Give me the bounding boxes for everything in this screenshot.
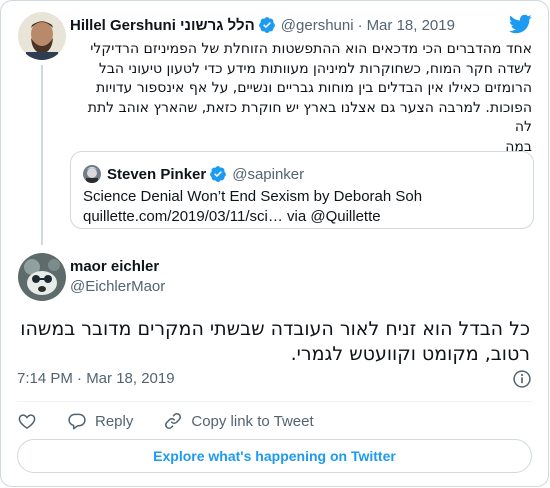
text-line: הפוכות. למרבה הצער גם אצלנו בארץ יש חוקר… (87, 99, 532, 136)
quoted-tweet-text: Science Denial Won’t End Sexism by Debor… (83, 187, 422, 227)
text-line: אחד מהדברים הכי מדכאים הוא ההתפשטות הזוח… (90, 41, 532, 57)
tweet-date[interactable]: Mar 18, 2019 (367, 17, 455, 34)
quoted-author-handle[interactable]: @sapinker (232, 166, 304, 183)
thread-connector-line (41, 65, 43, 245)
tweet-actions: Reply Copy link to Tweet (17, 409, 344, 433)
text-line: לשדה חקר המוח, כשחוקרות למיניהן מעוותות … (98, 60, 532, 77)
link-icon (165, 413, 182, 429)
author-name[interactable]: maor eichler (70, 258, 159, 275)
heart-icon (18, 414, 36, 429)
info-icon[interactable] (512, 369, 532, 389)
twitter-bird-icon[interactable] (508, 12, 532, 36)
quoted-tweet-header: Steven Pinker @sapinker (83, 164, 304, 184)
reply-button[interactable]: Reply (67, 411, 133, 431)
avatar (83, 165, 101, 183)
verified-badge-icon (210, 166, 227, 182)
text-line: כל הבדל הוא זניח לאור העובדה שבשתי המקרי… (20, 318, 530, 340)
quoted-author-name[interactable]: Steven Pinker (107, 166, 206, 183)
avatar[interactable] (18, 12, 66, 60)
quoted-tweet[interactable]: Steven Pinker @sapinker Science Denial W… (70, 151, 534, 229)
parent-tweet[interactable]: Hillel Gershuni הלל גרשוני @gershuni · M… (1, 1, 548, 245)
separator-dot: · (357, 16, 363, 34)
embedded-tweet-card: Hillel Gershuni הלל גרשוני @gershuni · M… (0, 0, 549, 487)
copy-link-label: Copy link to Tweet (191, 412, 314, 430)
text-line: רטוב, מקומט וקוועטש לגמרי. (290, 343, 530, 365)
quoted-text-line: Science Denial Won’t End Sexism by Debor… (83, 188, 423, 205)
divider (17, 401, 532, 402)
like-button[interactable] (17, 411, 37, 431)
verified-badge-icon (258, 17, 275, 33)
reply-label: Reply (95, 412, 134, 430)
author-handle[interactable]: @gershuni (281, 17, 354, 34)
author-name[interactable]: Hillel Gershuni הלל גרשוני (70, 17, 255, 34)
avatar[interactable] (18, 253, 66, 301)
parent-tweet-text: אחד מהדברים הכי מדכאים הוא ההתפשטות הזוח… (70, 40, 532, 157)
main-tweet-text: כל הבדל הוא זניח לאור העובדה שבשתי המקרי… (17, 317, 530, 367)
copy-link-button[interactable]: Copy link to Tweet (163, 411, 314, 431)
author-handle[interactable]: @EichlerMaor (70, 278, 165, 295)
parent-tweet-header: Hillel Gershuni הלל גרשוני @gershuni · M… (70, 14, 532, 36)
quoted-text-line: quillette.com/2019/03/11/sci… via @Quill… (83, 208, 381, 225)
text-line: הרומזים כאילו אין הבדלים בין מוחות גבריי… (95, 80, 532, 96)
tweet-timestamp[interactable]: 7:14 PM · Mar 18, 2019 (17, 370, 175, 387)
explore-twitter-button[interactable]: Explore what's happening on Twitter (17, 439, 532, 473)
reply-icon (68, 413, 86, 430)
